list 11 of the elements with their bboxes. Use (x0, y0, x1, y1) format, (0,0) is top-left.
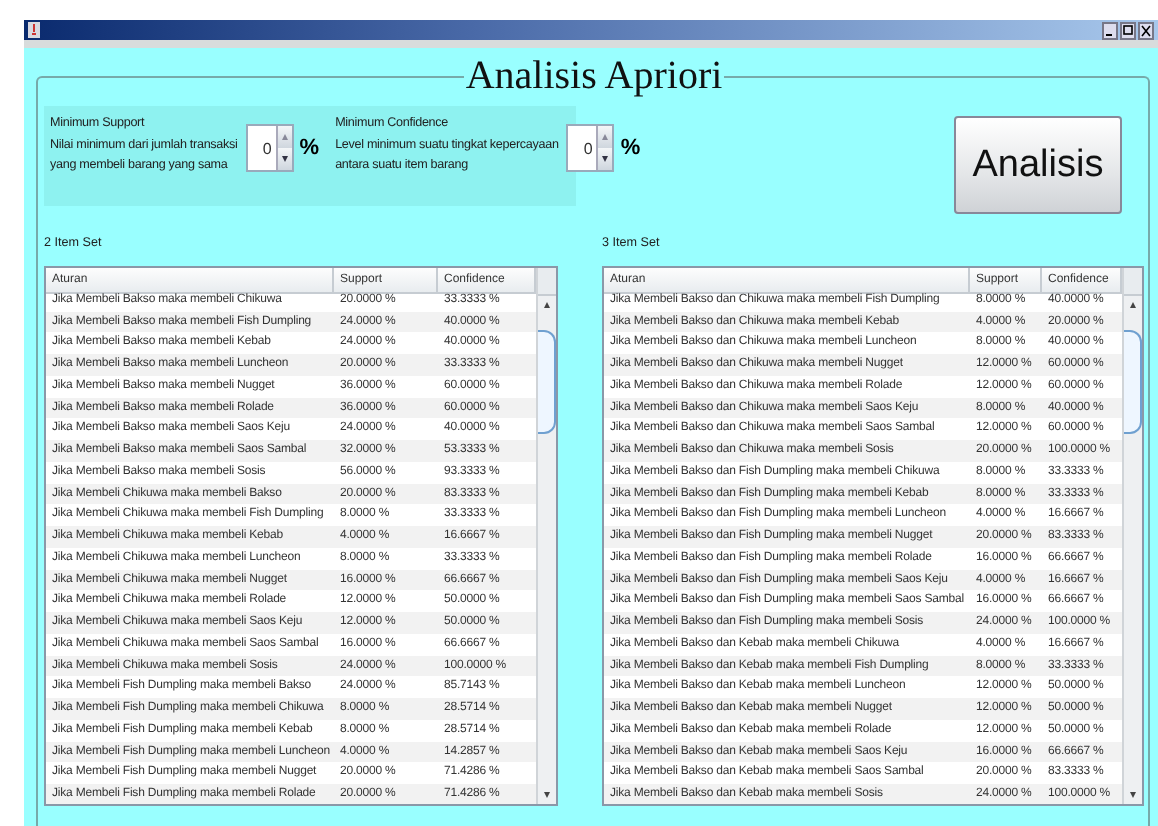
scrollbar-thumb[interactable] (1124, 330, 1142, 434)
percent-label: % (620, 136, 641, 160)
close-icon[interactable] (1138, 21, 1154, 39)
maximize-icon[interactable] (1120, 21, 1136, 39)
analyze-button[interactable]: Analisis (954, 116, 1122, 214)
number-spinner[interactable]: 0 (245, 124, 294, 172)
number-spinner[interactable]: 0 (566, 124, 615, 172)
minimize-icon[interactable] (1102, 21, 1118, 39)
window-title: Analisis Apriori (463, 54, 725, 98)
scrollbar-thumb[interactable] (538, 330, 556, 434)
percent-label: % (299, 136, 320, 160)
